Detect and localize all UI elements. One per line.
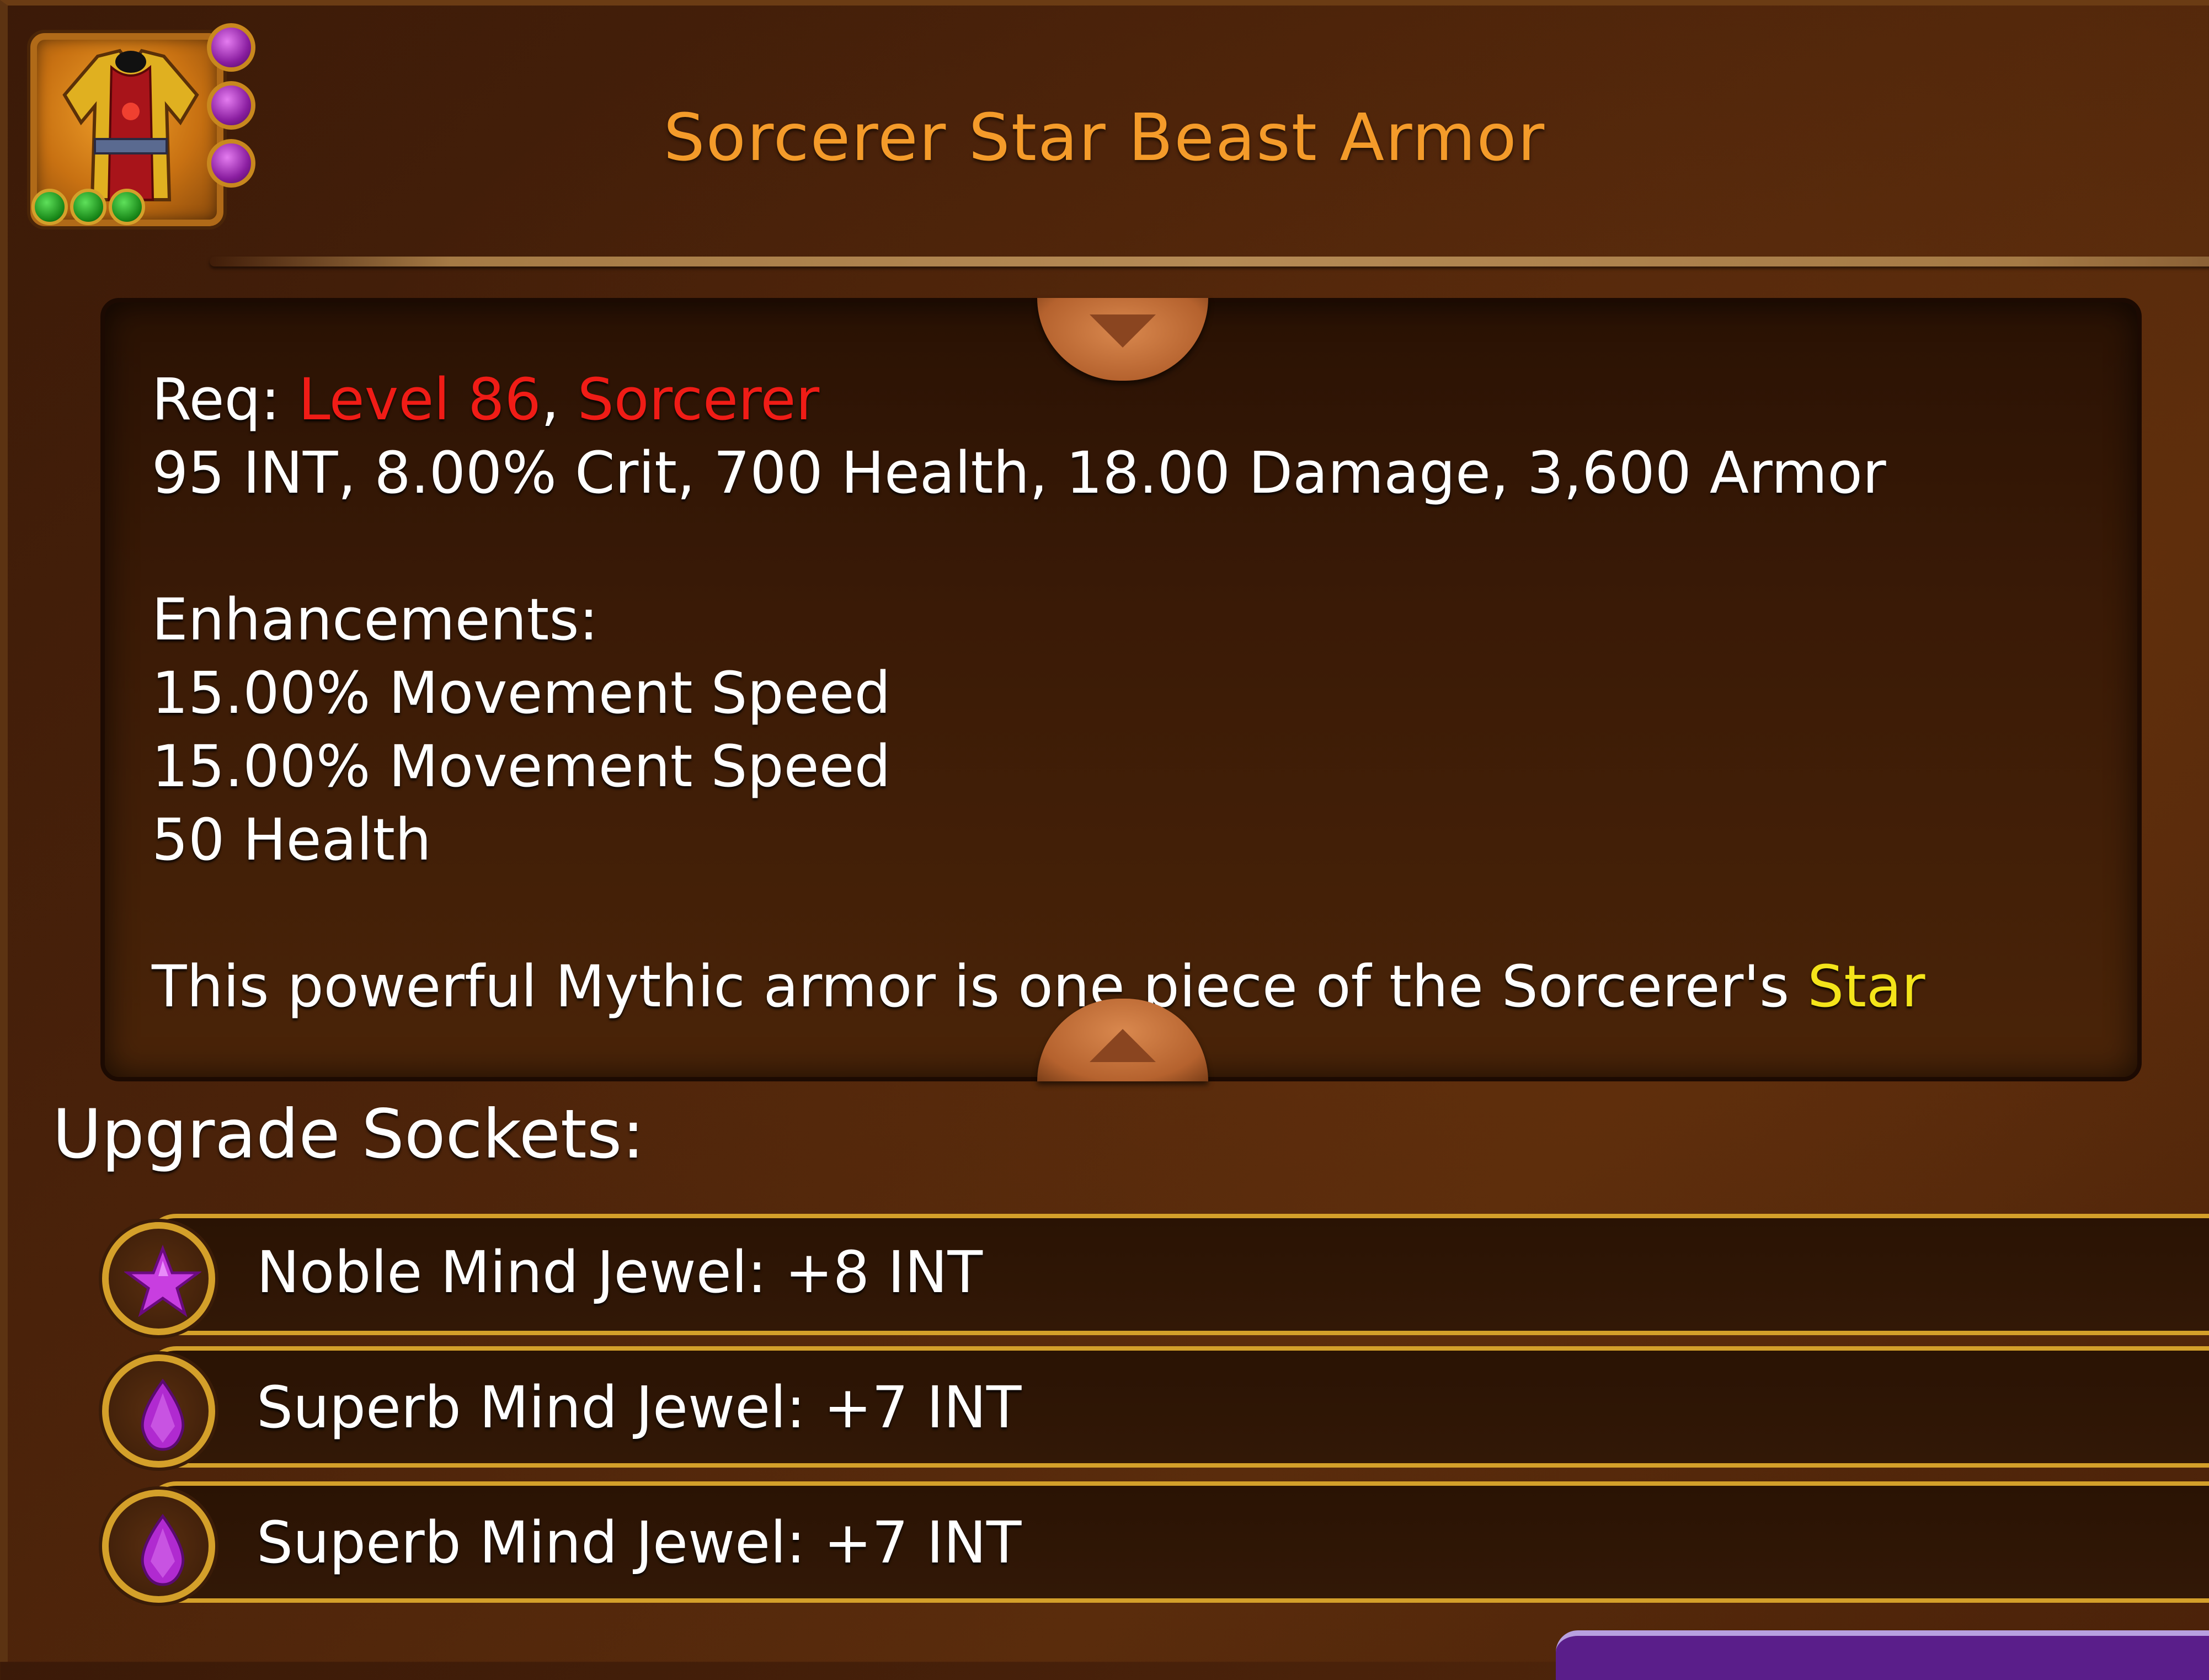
- title-divider: [210, 257, 2209, 266]
- teardrop-jewel-icon: [141, 1378, 185, 1451]
- teardrop-jewel-icon[interactable]: [102, 1354, 215, 1468]
- flavor-highlight: Star: [1807, 953, 1925, 1020]
- flavor-prefix: This powerful Mythic armor is one piece …: [152, 953, 1808, 1020]
- description-panel[interactable]: Req: Level 86, Sorcerer 95 INT, 8.00% Cr…: [100, 298, 2142, 1081]
- socket-label: Superb Mind Jewel: +7 INT: [257, 1374, 1022, 1441]
- upgrade-sockets-heading: Upgrade Sockets:: [52, 1095, 645, 1174]
- enhancement-line: 50 Health: [152, 806, 431, 873]
- star-jewel-icon[interactable]: [102, 1222, 215, 1335]
- teardrop-jewel-icon[interactable]: [102, 1490, 215, 1603]
- socket-label: Noble Mind Jewel: +8 INT: [257, 1239, 983, 1306]
- next-panel-edge: [1556, 1630, 2209, 1680]
- stats-line: 95 INT, 8.00% Crit, 700 Health, 18.00 Da…: [152, 439, 1886, 506]
- enhancements-heading: Enhancements:: [152, 586, 599, 653]
- description-text: Req: Level 86, Sorcerer 95 INT, 8.00% Cr…: [152, 363, 2094, 1023]
- level-pip: [70, 189, 106, 225]
- req-class: Sorcerer: [577, 366, 820, 433]
- chevron-down-icon: [1090, 314, 1156, 348]
- req-label: Req:: [152, 366, 298, 433]
- chevron-up-icon: [1090, 1029, 1156, 1062]
- level-pip: [31, 189, 68, 225]
- enhancement-line: 15.00% Movement Speed: [152, 659, 891, 727]
- socket-label: Superb Mind Jewel: +7 INT: [257, 1509, 1022, 1576]
- req-separator: ,: [541, 366, 578, 433]
- purple-star-gem-icon: [207, 23, 255, 72]
- enhancement-line: 15.00% Movement Speed: [152, 733, 891, 800]
- req-level: Level 86: [298, 366, 541, 433]
- level-pip: [109, 189, 145, 225]
- teardrop-jewel-icon: [141, 1513, 185, 1586]
- item-title: Sorcerer Star Beast Armor: [663, 99, 1546, 175]
- star-jewel-icon: [124, 1245, 201, 1318]
